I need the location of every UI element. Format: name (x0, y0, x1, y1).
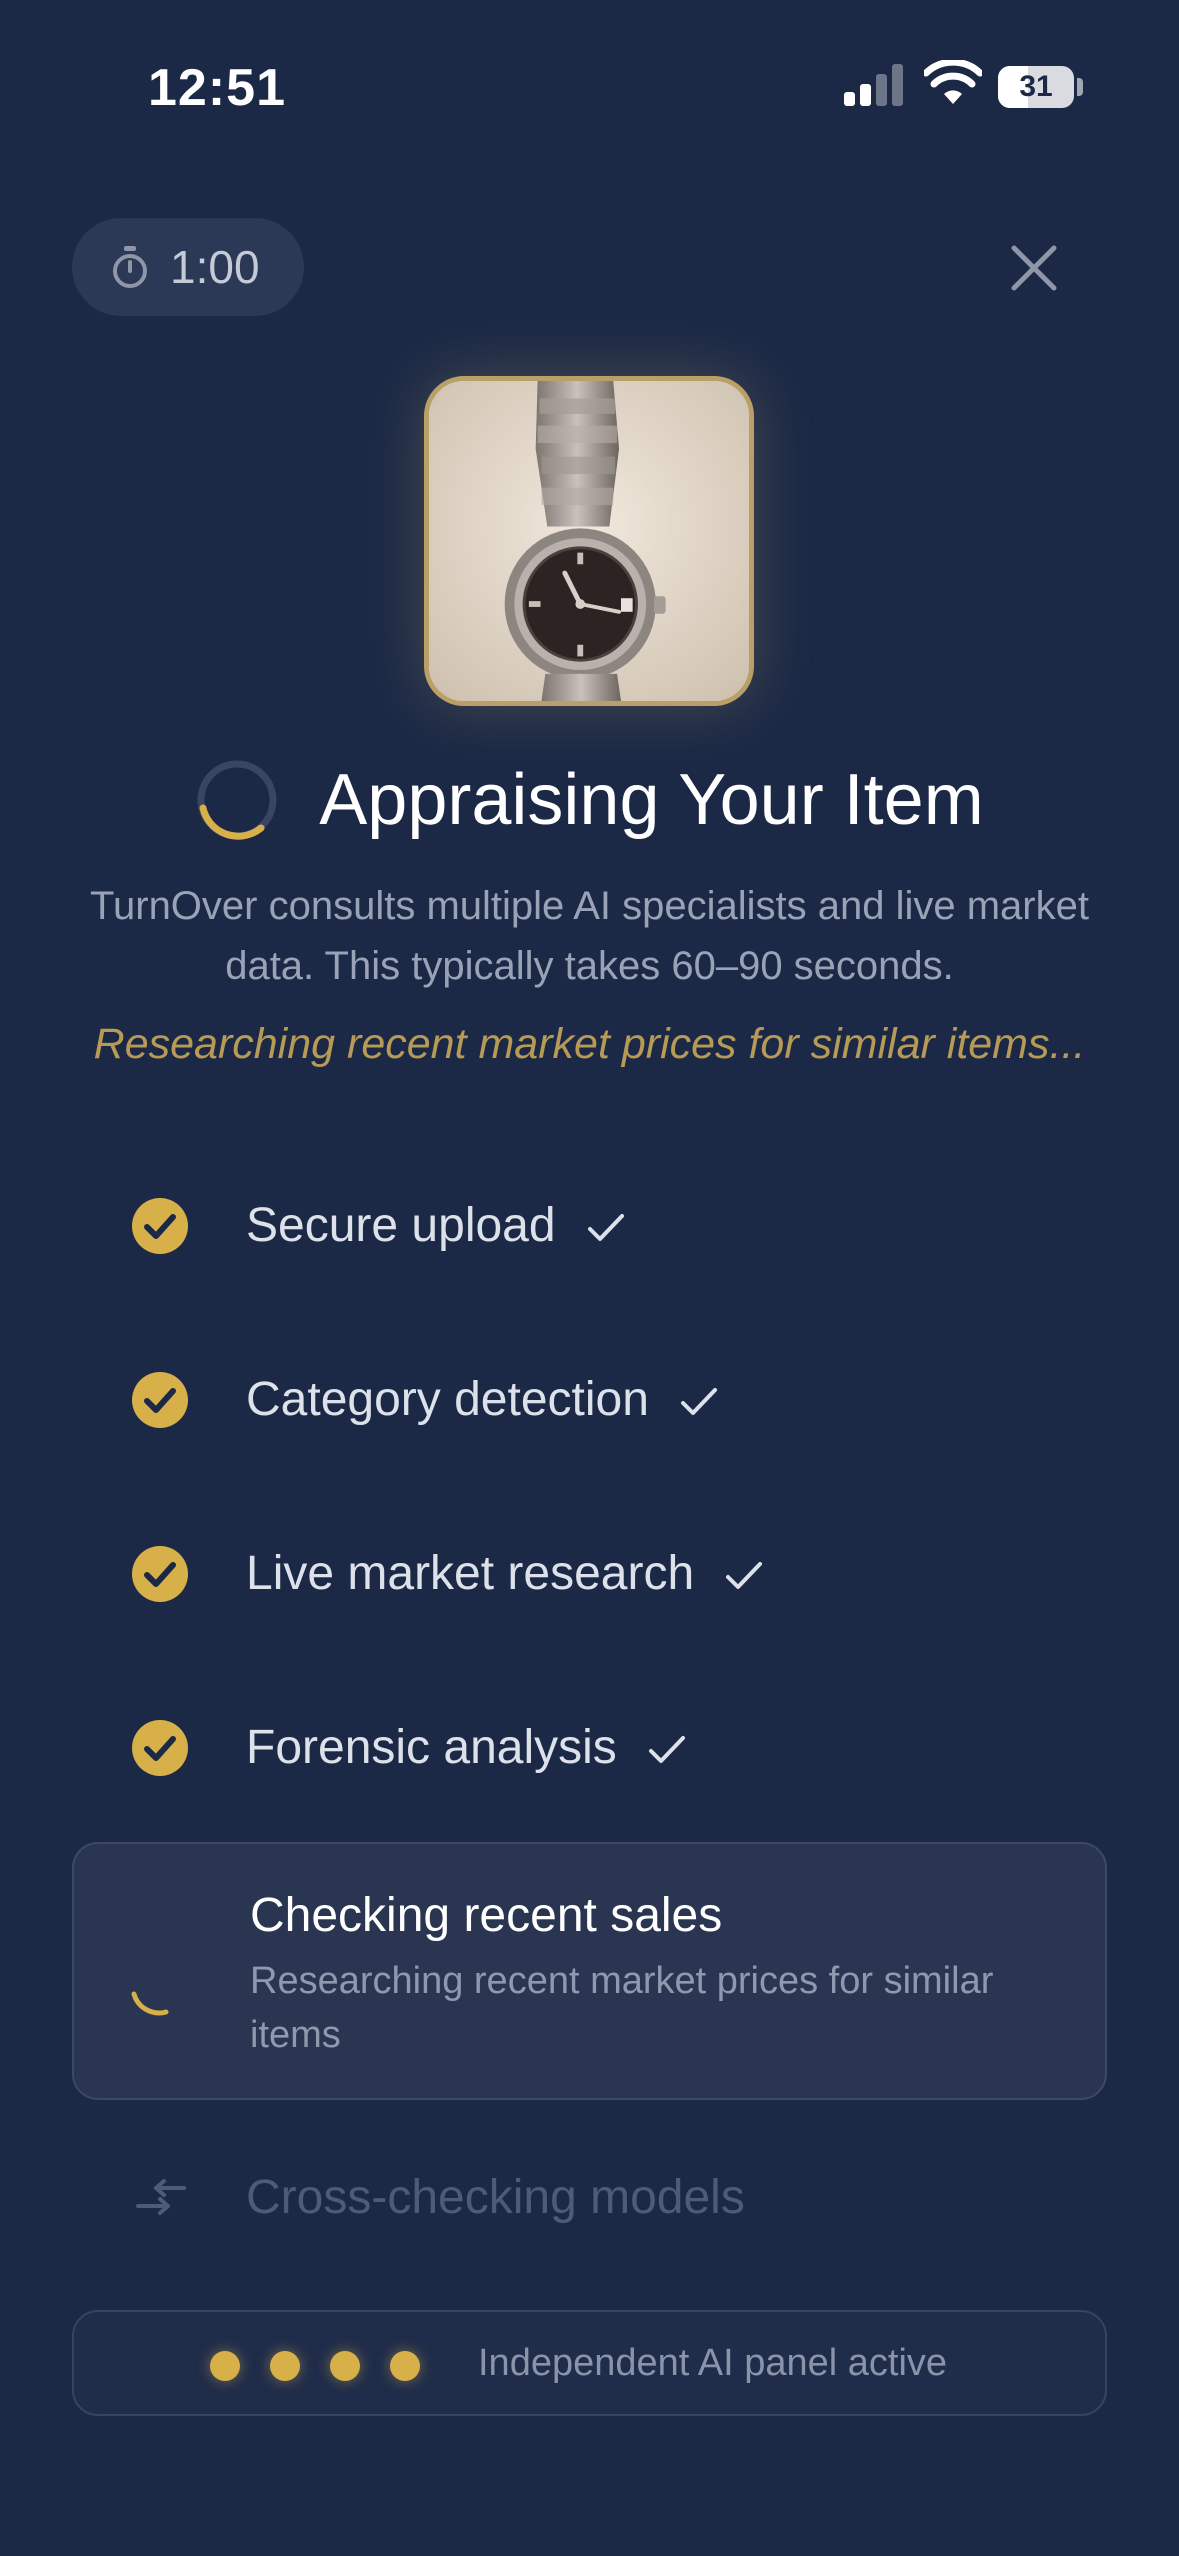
loading-spinner-icon (197, 760, 277, 840)
ai-panel-indicator: Independent AI panel active (72, 2310, 1107, 2416)
page-title: Appraising Your Item (319, 760, 984, 840)
arrows-exchange-icon (136, 2179, 186, 2215)
check-circle-icon (132, 1372, 188, 1428)
check-circle-icon (132, 1546, 188, 1602)
status-bar: 12:51 31 (0, 0, 1179, 150)
page-subtitle: TurnOver consults multiple AI specialist… (90, 884, 1089, 988)
battery-level: 31 (1019, 70, 1053, 103)
active-step-subtitle: Researching recent market prices for sim… (250, 1960, 994, 2056)
step-label: Secure upload (246, 1199, 556, 1252)
panel-dot (210, 2351, 240, 2381)
status-time: 12:51 (148, 59, 286, 117)
step-label: Category detection (246, 1373, 649, 1426)
step-live-market-research: Live market research (0, 1528, 1179, 1618)
wifi-icon (924, 60, 982, 104)
item-photo (424, 376, 754, 706)
step-cross-checking-models: Cross-checking models (0, 2152, 1179, 2242)
active-step-card: Checking recent sales Researching recent… (72, 1842, 1107, 2100)
step-label: Cross-checking models (246, 2171, 745, 2224)
battery-icon: 31 (998, 66, 1074, 108)
step-category-detection: Category detection (0, 1354, 1179, 1444)
checkmark-icon (680, 1388, 717, 1416)
active-step-title: Checking recent sales (250, 1889, 723, 1942)
step-forensic-analysis: Forensic analysis (0, 1702, 1179, 1792)
timer-value: 1:00 (170, 241, 260, 293)
loading-spinner-icon (131, 1991, 169, 2016)
check-circle-icon (132, 1198, 188, 1254)
check-circle-icon (132, 1720, 188, 1776)
checkmark-icon (726, 1562, 763, 1590)
step-secure-upload: Secure upload (0, 1180, 1179, 1270)
timer-pill: 1:00 (72, 218, 304, 316)
panel-dot (330, 2351, 360, 2381)
panel-dot (390, 2351, 420, 2381)
title-row: Appraising Your Item (0, 752, 1179, 848)
current-status-text: Researching recent market prices for sim… (93, 1020, 1086, 1068)
step-label: Live market research (246, 1547, 695, 1600)
panel-dots (210, 2351, 450, 2381)
panel-text: Independent AI panel active (478, 2342, 948, 2384)
stopwatch-icon (113, 246, 147, 288)
watch-photo-icon (429, 381, 749, 701)
battery-tip (1077, 78, 1083, 96)
checkmark-icon (648, 1736, 685, 1764)
close-icon[interactable] (1004, 238, 1064, 298)
step-label: Forensic analysis (246, 1721, 617, 1774)
checkmark-icon (587, 1214, 624, 1242)
cellular-signal-icon (844, 64, 906, 106)
panel-dot (270, 2351, 300, 2381)
